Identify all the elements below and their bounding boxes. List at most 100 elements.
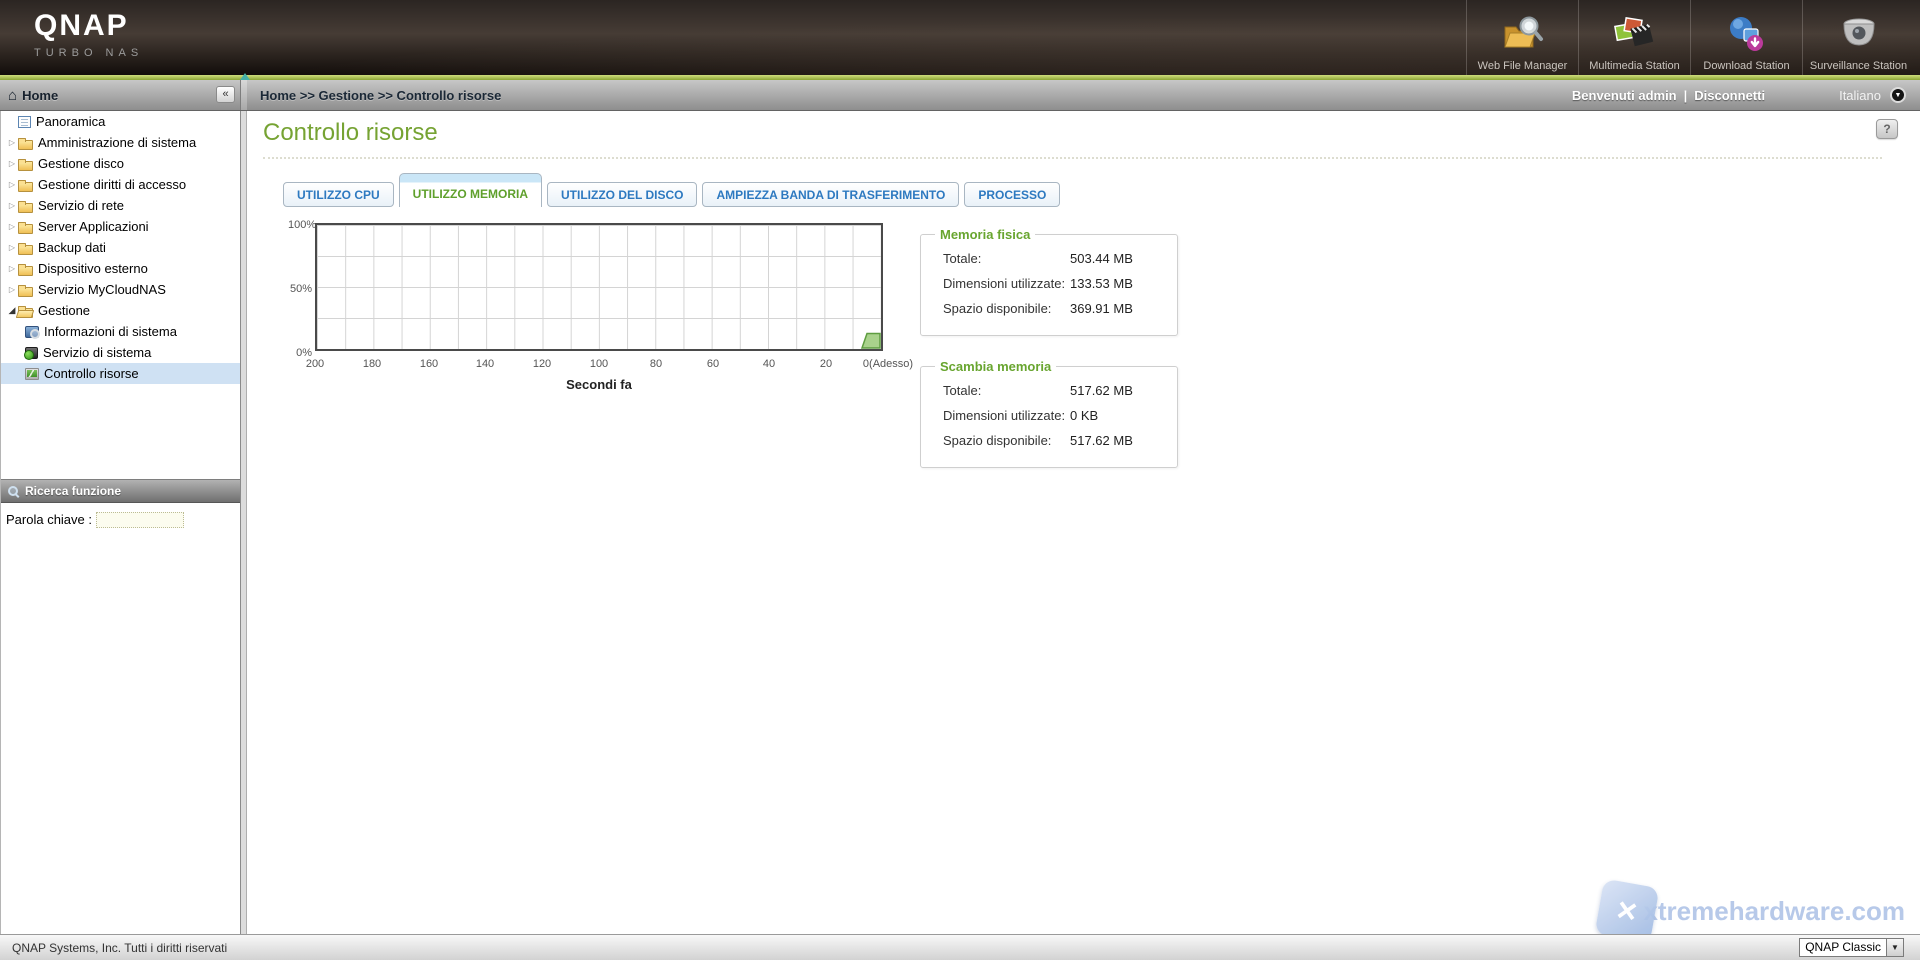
station-web-file-manager[interactable]: Web File Manager — [1466, 0, 1578, 75]
x-tick: 160 — [420, 358, 438, 370]
folder-icon — [18, 224, 33, 234]
folder-icon — [18, 182, 33, 192]
qnap-logo: QNAP TURBO NAS — [34, 9, 143, 59]
sidebar-item-gestione-disco[interactable]: ▷ Gestione disco — [1, 153, 240, 174]
sidebar-item-label: Backup dati — [38, 240, 106, 255]
info-row: Spazio disponibile: 517.62 MB — [921, 428, 1177, 453]
app-header: QNAP TURBO NAS Web File Manager — [0, 0, 1920, 75]
sidebar-item-label: Servizio di sistema — [43, 345, 151, 360]
sidebar-item-label: Dispositivo esterno — [38, 261, 148, 276]
collapse-sidebar-button[interactable]: « — [216, 86, 235, 103]
sidebar-item-controllo-risorse[interactable]: Controllo risorse — [1, 363, 240, 384]
physical-memory-panel: Memoria fisica Totale: 503.44 MB Dimensi… — [920, 227, 1178, 336]
tab-utilizzo-memoria[interactable]: UTILIZZO MEMORIA — [399, 173, 542, 207]
title-separator — [263, 157, 1882, 159]
sidebar-item-label: Servizio MyCloudNAS — [38, 282, 166, 297]
x-tick: 20 — [820, 358, 832, 370]
sidebar-item-label: Amministrazione di sistema — [38, 135, 196, 150]
x-tick: 40 — [763, 358, 775, 370]
info-label: Dimensioni utilizzate: — [943, 276, 1070, 291]
station-label: Multimedia Station — [1589, 60, 1680, 72]
expander-collapsed-icon[interactable]: ▷ — [6, 243, 18, 252]
sidebar-item-label: Server Applicazioni — [38, 219, 149, 234]
tab-utilizzo-cpu[interactable]: UTILIZZO CPU — [283, 182, 394, 207]
tab-utilizzo-del-disco[interactable]: UTILIZZO DEL DISCO — [547, 182, 697, 207]
folder-icon — [18, 245, 33, 255]
sidebar-item-label: Gestione — [38, 303, 90, 318]
sidebar-item-servizio-di-sistema[interactable]: Servizio di sistema — [1, 342, 240, 363]
page-title: Controllo risorse — [263, 119, 438, 147]
memory-usage-area — [861, 332, 881, 349]
info-value: 133.53 MB — [1070, 276, 1133, 291]
expander-collapsed-icon[interactable]: ▷ — [6, 138, 18, 147]
sidebar-header: ⌂ Home « — [0, 80, 241, 110]
separator: | — [1684, 88, 1688, 103]
expander-collapsed-icon[interactable]: ▷ — [6, 222, 18, 231]
station-surveillance[interactable]: Surveillance Station — [1802, 0, 1914, 75]
sidebar-item-servizio-di-rete[interactable]: ▷ Servizio di rete — [1, 195, 240, 216]
main-panel: Controllo risorse ? UTILIZZO CPU UTILIZZ… — [247, 111, 1920, 934]
sidebar-item-label: Gestione diritti di accesso — [38, 177, 186, 192]
chart-plot-area — [315, 223, 883, 351]
station-label: Surveillance Station — [1810, 60, 1907, 72]
expander-collapsed-icon[interactable]: ▷ — [6, 201, 18, 210]
expander-collapsed-icon[interactable]: ▷ — [6, 285, 18, 294]
keyword-input[interactable] — [96, 512, 184, 528]
info-label: Totale: — [943, 383, 1070, 398]
tab-processo[interactable]: PROCESSO — [964, 182, 1060, 207]
info-label: Spazio disponibile: — [943, 301, 1070, 316]
system-service-icon — [25, 347, 38, 359]
y-tick: 100% — [288, 219, 312, 231]
download-station-icon — [1725, 14, 1769, 59]
home-icon: ⌂ — [8, 87, 17, 104]
folder-icon — [18, 287, 33, 297]
search-icon — [8, 486, 18, 496]
y-tick: 50% — [288, 283, 312, 295]
sidebar-item-label: Servizio di rete — [38, 198, 124, 213]
surveillance-station-icon — [1837, 14, 1881, 59]
sidebar: Panoramica ▷ Amministrazione di sistema … — [0, 111, 241, 934]
welcome-text: Benvenuti admin — [1572, 88, 1677, 103]
x-tick: 180 — [363, 358, 381, 370]
x-tick: 0(Adesso) — [863, 358, 913, 370]
qnap-logo-text: QNAP — [34, 9, 143, 43]
tab-ampiezza-banda[interactable]: AMPIEZZA BANDA DI TRASFERIMENTO — [702, 182, 959, 207]
info-row: Totale: 503.44 MB — [921, 246, 1177, 271]
resource-monitor-icon — [25, 368, 39, 380]
function-search-body: Parola chiave : — [1, 503, 240, 934]
tab-bar: UTILIZZO CPU UTILIZZO MEMORIA UTILIZZO D… — [283, 173, 1060, 207]
sidebar-item-server-applicazioni[interactable]: ▷ Server Applicazioni — [1, 216, 240, 237]
help-button[interactable]: ? — [1876, 119, 1898, 139]
info-row: Dimensioni utilizzate: 0 KB — [921, 403, 1177, 428]
x-tick: 140 — [476, 358, 494, 370]
x-tick: 120 — [533, 358, 551, 370]
sidebar-item-informazioni-di-sistema[interactable]: Informazioni di sistema — [1, 321, 240, 342]
info-value: 503.44 MB — [1070, 251, 1133, 266]
sidebar-item-label: Panoramica — [36, 114, 105, 129]
navigation-tree: Panoramica ▷ Amministrazione di sistema … — [1, 111, 240, 480]
sidebar-item-gestione[interactable]: ◢ Gestione — [1, 300, 240, 321]
expander-collapsed-icon[interactable]: ▷ — [6, 159, 18, 168]
station-multimedia[interactable]: Multimedia Station — [1578, 0, 1690, 75]
sidebar-item-gestione-diritti-di-accesso[interactable]: ▷ Gestione diritti di accesso — [1, 174, 240, 195]
sidebar-item-servizio-mycloudnas[interactable]: ▷ Servizio MyCloudNAS — [1, 279, 240, 300]
station-shortcuts: Web File Manager Multimedia Station — [1466, 0, 1914, 75]
station-label: Download Station — [1703, 60, 1789, 72]
sidebar-item-dispositivo-esterno[interactable]: ▷ Dispositivo esterno — [1, 258, 240, 279]
swap-memory-title: Scambia memoria — [935, 359, 1056, 374]
folder-icon — [18, 266, 33, 276]
sidebar-item-panoramica[interactable]: Panoramica — [1, 111, 240, 132]
expander-collapsed-icon[interactable]: ▷ — [6, 264, 18, 273]
theme-select[interactable]: QNAP Classic ▼ — [1799, 938, 1904, 957]
sidebar-item-label: Gestione disco — [38, 156, 124, 171]
sidebar-item-backup-dati[interactable]: ▷ Backup dati — [1, 237, 240, 258]
station-download[interactable]: Download Station — [1690, 0, 1802, 75]
physical-memory-title: Memoria fisica — [935, 227, 1035, 242]
logout-link[interactable]: Disconnetti — [1694, 88, 1765, 103]
sidebar-item-amministrazione-di-sistema[interactable]: ▷ Amministrazione di sistema — [1, 132, 240, 153]
select-dropdown-icon: ▼ — [1886, 939, 1903, 956]
folder-icon — [18, 203, 33, 213]
expander-collapsed-icon[interactable]: ▷ — [6, 180, 18, 189]
open-folder-icon — [18, 308, 33, 318]
language-dropdown-icon[interactable]: ▼ — [1890, 87, 1906, 103]
